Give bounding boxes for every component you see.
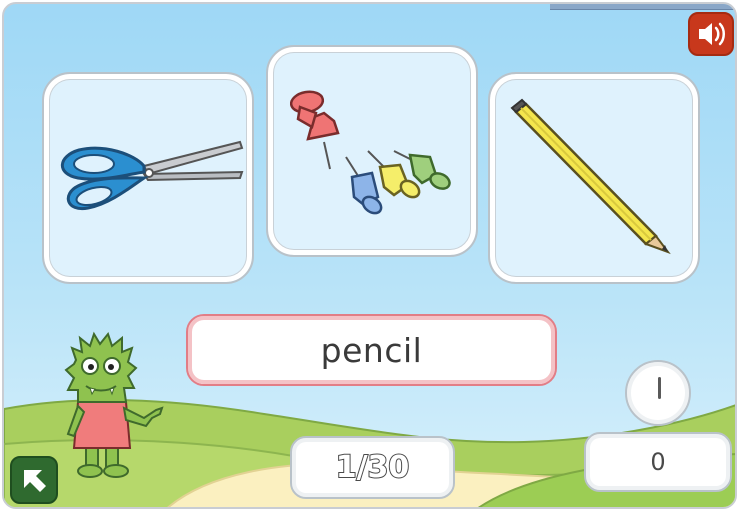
arrow-up-left-icon (24, 470, 46, 492)
push-pins-icon (289, 90, 451, 215)
question-counter: 1/30 (290, 436, 455, 499)
back-button[interactable] (10, 456, 58, 504)
timer-hand (658, 377, 661, 399)
monster-character (64, 331, 164, 478)
score-value: 0 (650, 448, 666, 476)
sound-button[interactable] (688, 12, 734, 56)
picture-card-push-pins[interactable] (266, 45, 478, 257)
picture-card-pencil[interactable] (488, 72, 700, 284)
timer-dial (625, 360, 691, 426)
scissors-icon (60, 140, 244, 211)
speaker-icon (699, 22, 725, 46)
question-progress: 1/30 (335, 449, 411, 486)
score-box: 0 (584, 432, 732, 492)
game-stage: pencil 1/30 0 (2, 2, 737, 509)
picture-card-scissors[interactable] (42, 72, 254, 284)
pencil-icon (510, 98, 671, 255)
target-word: pencil (320, 330, 423, 370)
target-word-box: pencil (186, 314, 557, 386)
